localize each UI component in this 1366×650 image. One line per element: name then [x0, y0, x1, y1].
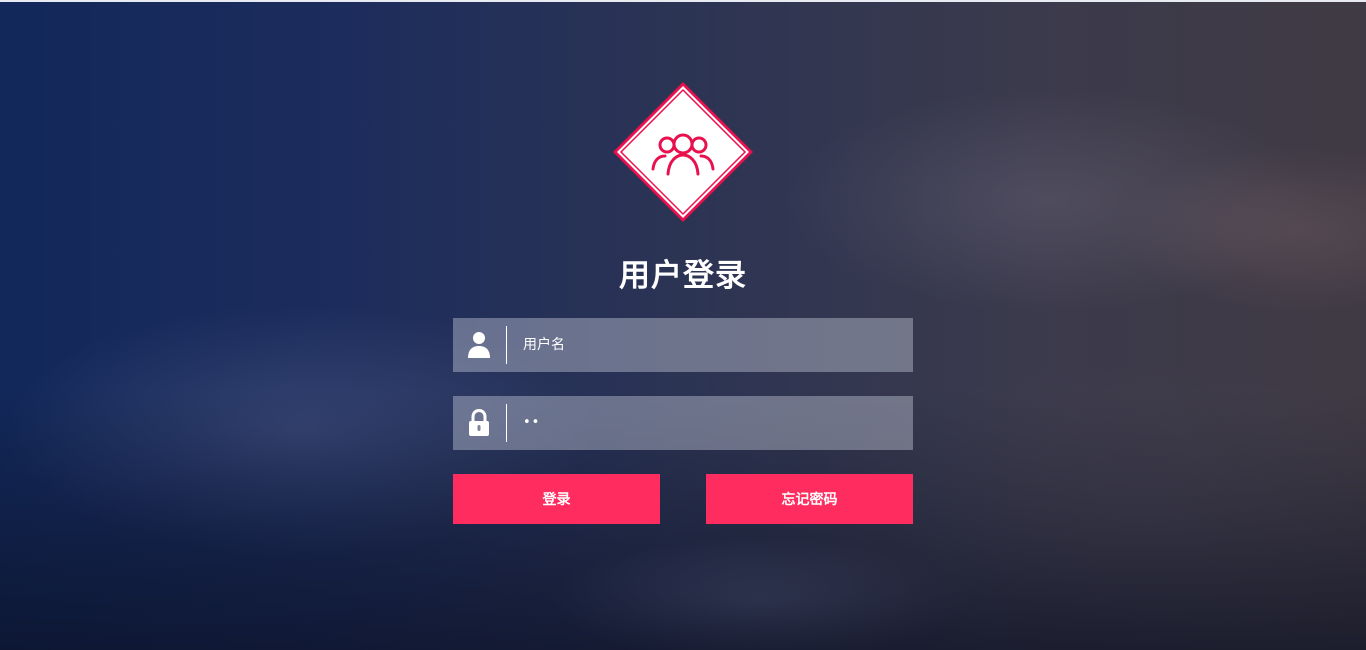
field-divider	[506, 404, 507, 442]
username-input[interactable]	[515, 318, 905, 372]
field-divider	[506, 326, 507, 364]
login-button[interactable]: 登录	[453, 474, 660, 524]
lock-icon	[469, 409, 489, 436]
username-field[interactable]	[453, 318, 913, 372]
top-border	[0, 0, 1366, 2]
user-icon	[468, 332, 490, 358]
forgot-password-button[interactable]: 忘记密码	[706, 474, 913, 524]
users-group-icon	[613, 82, 753, 222]
password-field[interactable]: ••	[453, 396, 913, 450]
password-input[interactable]: ••	[523, 396, 540, 450]
page-title: 用户登录	[619, 258, 747, 294]
